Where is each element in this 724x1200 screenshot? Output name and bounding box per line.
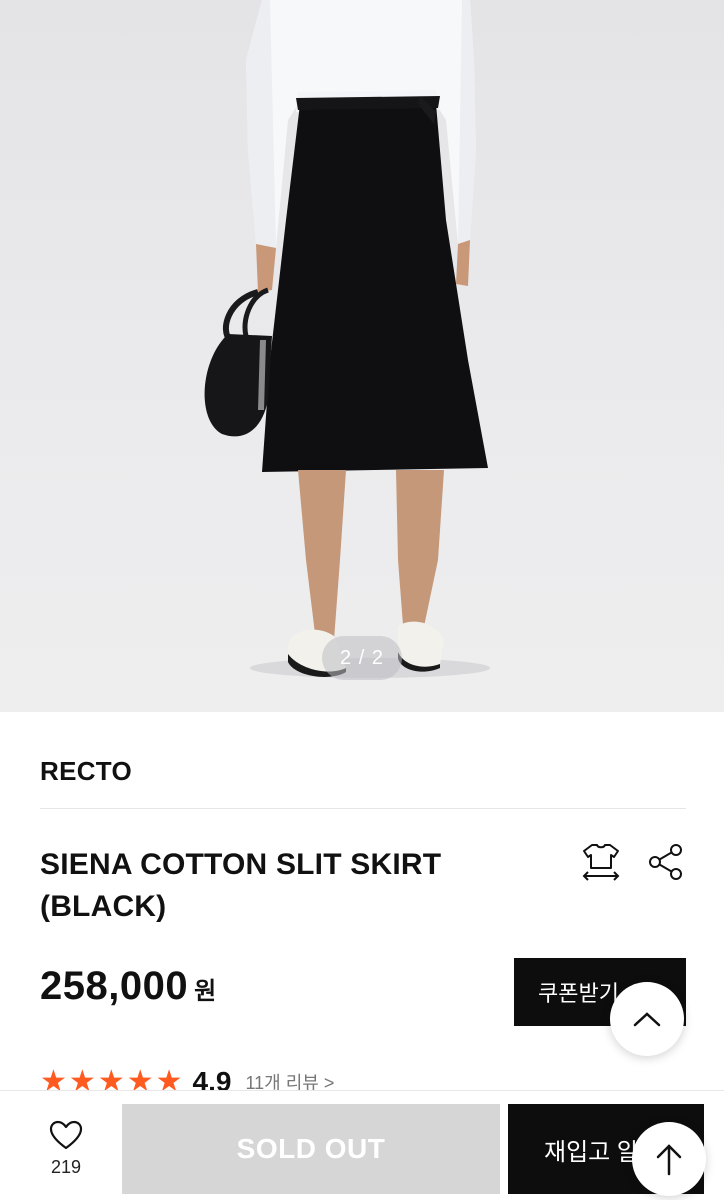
arrow-up-icon [656,1144,682,1176]
price: 258,000 원 [40,964,216,1009]
product-image[interactable]: 2 / 2 [0,0,724,712]
scroll-top-button[interactable] [610,982,684,1056]
chevron-up-icon [633,1012,661,1027]
scroll-top-button-arrow[interactable] [632,1122,706,1196]
like-button[interactable]: 219 [30,1120,102,1178]
sold-out-button[interactable]: SOLD OUT [122,1104,500,1194]
tshirt-size-icon[interactable] [580,842,622,882]
share-icon[interactable] [646,842,686,882]
price-value: 258,000 [40,964,189,1008]
product-title-line-1: SIENA COTTON SLIT SKIRT [40,848,442,881]
image-page-indicator: 2 / 2 [322,636,402,680]
brand-name[interactable]: RECTO [40,756,132,787]
like-count: 219 [50,1157,82,1177]
product-title-line-2: (BLACK) [40,890,167,923]
divider [40,808,686,809]
product-photo [204,0,490,678]
heart-icon [49,1120,83,1150]
price-unit: 원 [194,978,217,1005]
product-title: SIENA COTTON SLIT SKIRT (BLACK) [40,844,520,928]
